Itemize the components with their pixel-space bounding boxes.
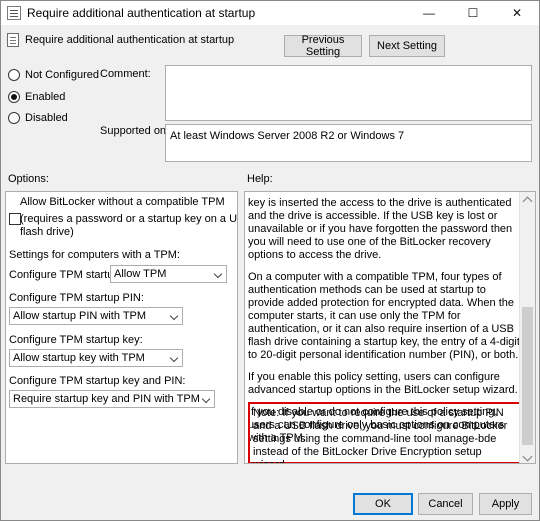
help-paragraph: On a computer with a compatible TPM, fou… — [248, 271, 520, 361]
apply-button[interactable]: Apply — [479, 493, 532, 515]
minimize-button[interactable]: — — [407, 1, 451, 25]
highlighted-note: Note: If you want to require the use of … — [248, 402, 522, 463]
radio-circle[interactable] — [8, 112, 20, 124]
tpm-startup-value: Allow TPM — [114, 268, 167, 280]
not-configured-radio[interactable]: Not Configured — [8, 69, 99, 81]
chevron-down-icon — [169, 311, 179, 321]
scroll-down-icon[interactable] — [522, 451, 533, 462]
enabled-radio[interactable]: Enabled — [8, 91, 65, 103]
tpm-key-pin-label: Configure TPM startup key and PIN: — [9, 375, 186, 387]
options-panel: Allow BitLocker without a compatible TPM… — [5, 191, 238, 464]
disabled-radio[interactable]: Disabled — [8, 112, 68, 124]
title-bar: Require additional authentication at sta… — [1, 1, 539, 25]
close-button[interactable]: ✕ — [495, 1, 539, 25]
tpm-pin-label: Configure TPM startup PIN: — [9, 292, 144, 304]
chevron-down-icon — [201, 394, 211, 404]
tpm-key-value: Allow startup key with TPM — [13, 352, 145, 364]
help-paragraph: key is inserted the access to the drive … — [248, 197, 513, 261]
tpm-key-pin-select[interactable]: Require startup key and PIN with TPM — [9, 390, 215, 408]
allow-bitlocker-label-line-2: flash drive) — [20, 226, 74, 238]
tpm-key-pin-value: Require startup key and PIN with TPM — [13, 393, 200, 405]
help-panel: key is inserted the access to the drive … — [244, 191, 536, 464]
window-title: Require additional authentication at sta… — [27, 6, 256, 20]
tpm-key-select[interactable]: Allow startup key with TPM — [9, 349, 183, 367]
chevron-down-icon — [213, 269, 223, 279]
comment-label: Comment: — [100, 68, 151, 80]
comment-field[interactable] — [165, 65, 532, 121]
supported-on-value: At least Windows Server 2008 R2 or Windo… — [165, 124, 532, 162]
policy-icon — [7, 6, 21, 20]
maximize-button[interactable]: ☐ — [451, 1, 495, 25]
policy-icon — [7, 33, 19, 47]
chevron-down-icon — [169, 353, 179, 363]
page-title: Require additional authentication at sta… — [25, 34, 235, 46]
allow-bitlocker-title: Allow BitLocker without a compatible TPM — [20, 196, 225, 208]
scroll-up-icon[interactable] — [522, 196, 533, 207]
supported-on-label: Supported on: — [100, 125, 170, 137]
tpm-settings-heading: Settings for computers with a TPM: — [9, 249, 180, 261]
tpm-key-label: Configure TPM startup key: — [9, 334, 143, 346]
radio-label: Disabled — [25, 112, 68, 124]
ok-button[interactable]: OK — [353, 493, 413, 515]
policy-dialog: Require additional authentication at sta… — [0, 0, 540, 521]
radio-circle[interactable] — [8, 91, 20, 103]
help-section-label: Help: — [247, 173, 273, 185]
cancel-button[interactable]: Cancel — [418, 493, 473, 515]
help-scrollbar[interactable] — [519, 192, 535, 463]
tpm-pin-select[interactable]: Allow startup PIN with TPM — [9, 307, 183, 325]
options-section-label: Options: — [8, 173, 49, 185]
scrollbar-thumb[interactable] — [522, 307, 533, 445]
previous-setting-button[interactable]: Previous Setting — [284, 34, 362, 58]
allow-bitlocker-label-line-1: (requires a password or a startup key on… — [20, 213, 238, 225]
tpm-pin-value: Allow startup PIN with TPM — [13, 310, 147, 322]
radio-label: Enabled — [25, 91, 66, 103]
help-paragraph: If you enable this policy setting, users… — [248, 371, 518, 396]
tpm-startup-select[interactable]: Allow TPM — [110, 265, 227, 283]
help-note-paragraph: Note: If you want to require the use of … — [253, 407, 508, 463]
radio-circle[interactable] — [8, 69, 20, 81]
tpm-startup-label: Configure TPM startup: — [9, 269, 123, 281]
radio-label: Not Configured — [25, 69, 99, 81]
next-setting-button[interactable]: Next Setting — [369, 35, 445, 57]
